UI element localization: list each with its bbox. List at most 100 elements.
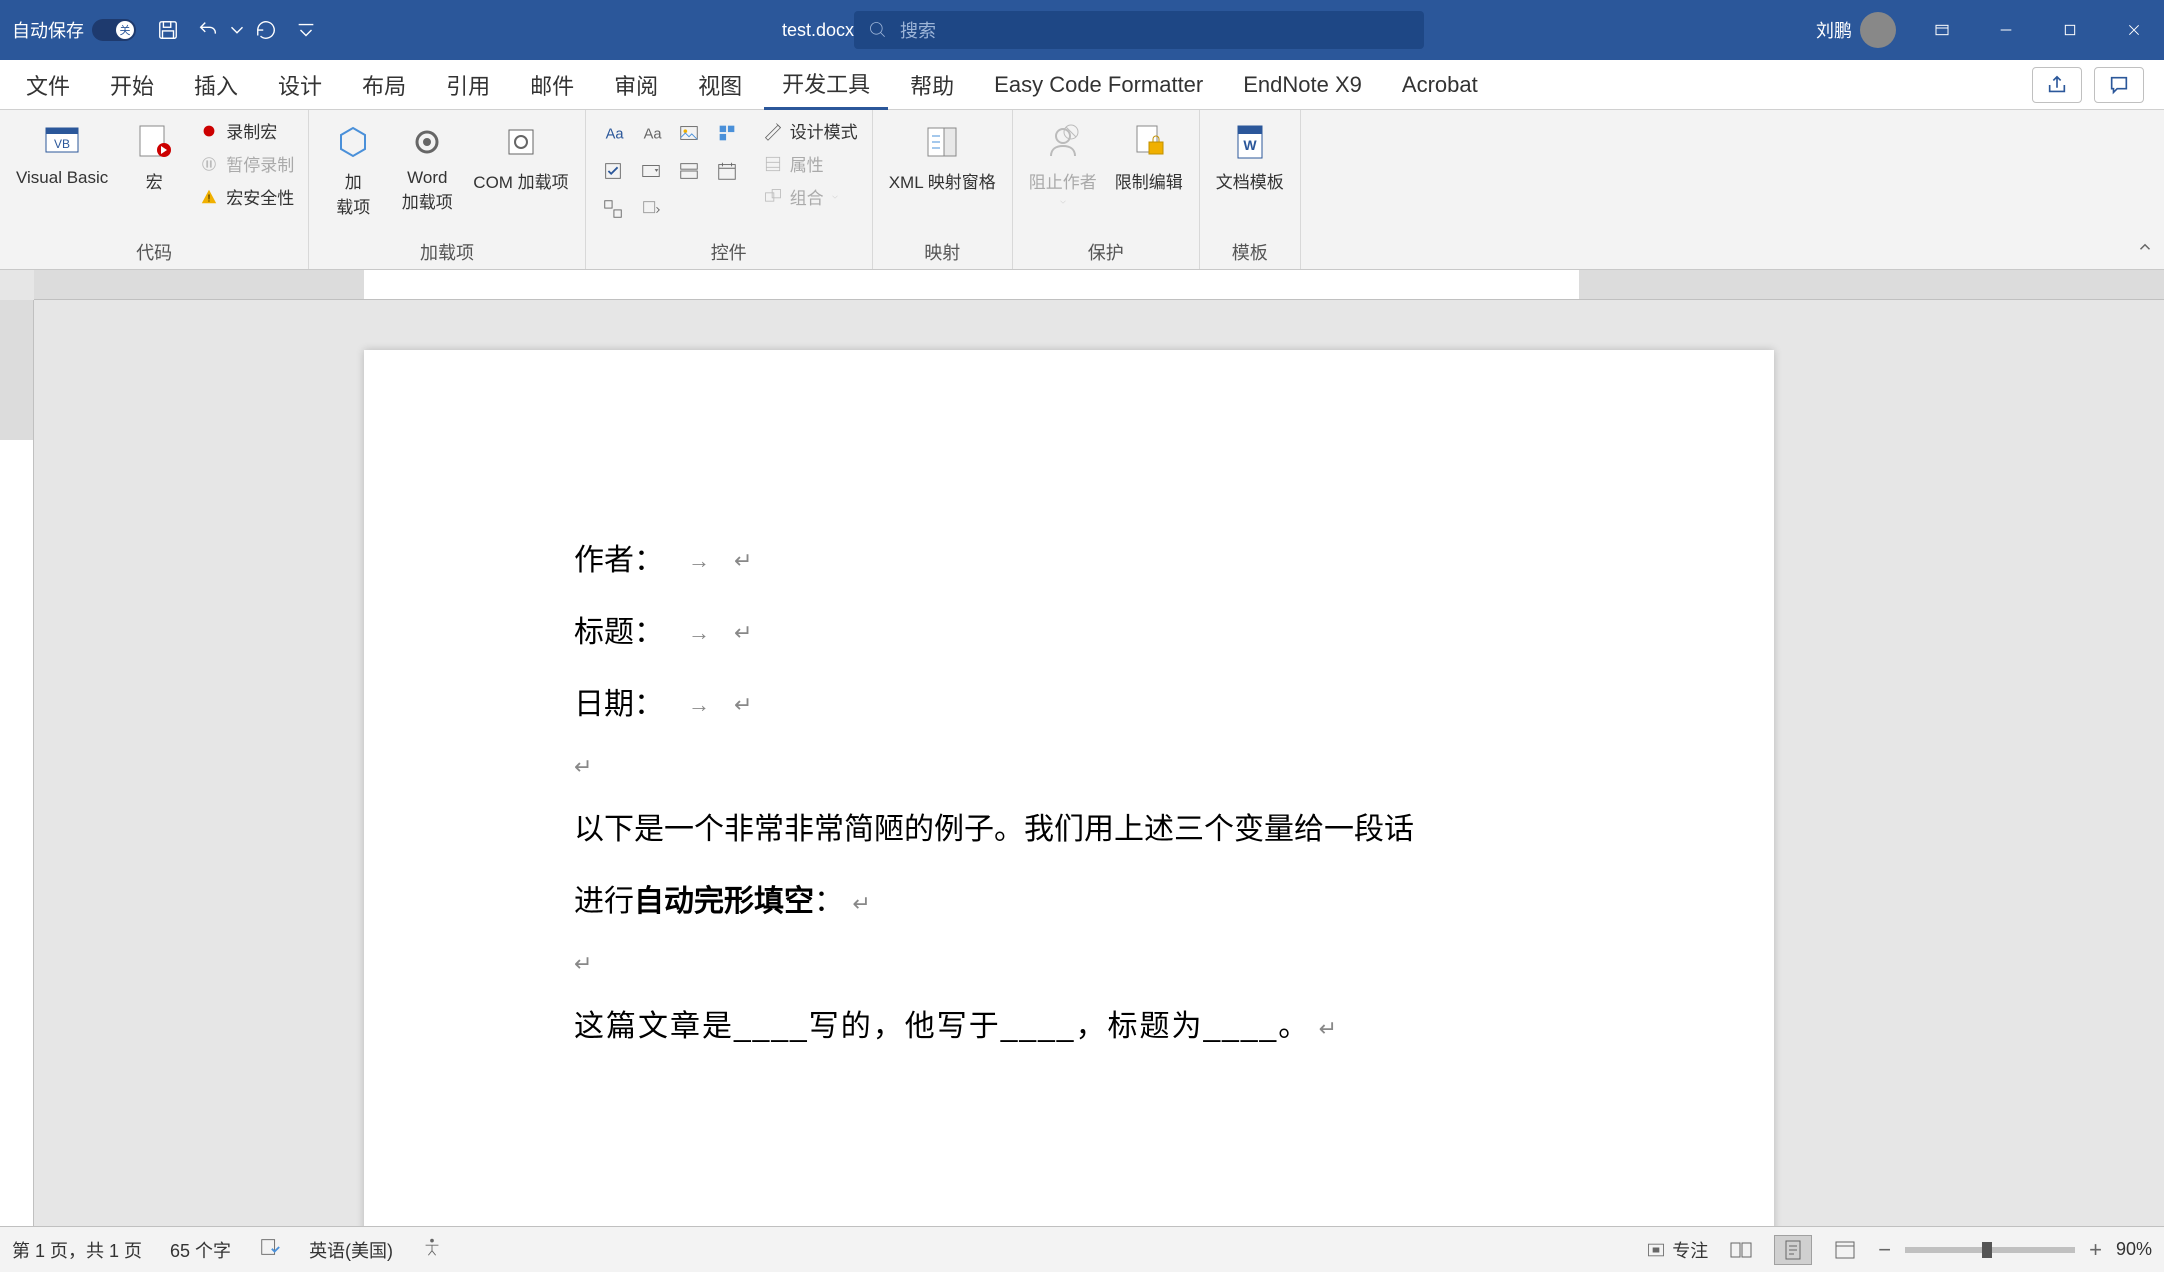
read-mode-button[interactable]: [1722, 1235, 1760, 1265]
undo-dropdown[interactable]: [228, 10, 246, 50]
group-label-text: 组合: [790, 184, 824, 209]
page-info[interactable]: 第 1 页，共 1 页: [12, 1237, 142, 1263]
word-count[interactable]: 65 个字: [170, 1237, 231, 1263]
close-button[interactable]: [2104, 10, 2164, 50]
record-macro-label: 录制宏: [226, 118, 277, 143]
accessibility-icon[interactable]: [421, 1236, 443, 1263]
picture-control[interactable]: [672, 116, 706, 150]
web-layout-button[interactable]: [1826, 1235, 1864, 1265]
tab-references[interactable]: 引用: [428, 61, 508, 109]
ribbon-display-options[interactable]: [1912, 10, 1972, 50]
warning-icon: !: [198, 186, 220, 208]
focus-label: 专注: [1672, 1237, 1708, 1263]
language[interactable]: 英语(美国): [309, 1237, 393, 1263]
paragraph-mark: ↵: [852, 891, 870, 916]
pause-recording-label: 暂停录制: [226, 151, 294, 176]
minimize-button[interactable]: [1976, 10, 2036, 50]
combobox-control[interactable]: [634, 154, 668, 188]
spell-check-icon[interactable]: [259, 1236, 281, 1263]
group-templates: W 文档模板 模板: [1200, 110, 1301, 269]
search-icon: [868, 20, 888, 40]
plain-text-control[interactable]: Aa: [634, 116, 668, 150]
dropdown-control[interactable]: [672, 154, 706, 188]
group-controls: Aa Aa 设计模式 属性: [586, 110, 873, 269]
para1b-post: ：: [814, 885, 844, 918]
autosave-toggle[interactable]: 自动保存 关: [0, 17, 148, 43]
zoom-in-button[interactable]: +: [2089, 1237, 2102, 1263]
search-placeholder: 搜索: [900, 17, 936, 43]
tab-review[interactable]: 审阅: [596, 61, 676, 109]
com-addins-button[interactable]: COM 加载项: [467, 116, 574, 197]
horizontal-ruler[interactable]: [34, 270, 2164, 300]
building-block-control[interactable]: [710, 116, 744, 150]
document-content[interactable]: 作者： → ↵ 标题： → ↵ 日期： → ↵ ↵ 以下是一个非常非常简陋的例子…: [574, 525, 1564, 1063]
zoom-slider[interactable]: [1905, 1247, 2075, 1253]
repeating-section-control[interactable]: [596, 192, 630, 226]
addins-button[interactable]: 加 载项: [319, 116, 387, 222]
design-mode-icon: [762, 120, 784, 142]
paragraph-mark: ↵: [734, 607, 752, 660]
share-button[interactable]: [2032, 67, 2082, 103]
print-layout-button[interactable]: [1774, 1235, 1812, 1265]
tab-acrobat[interactable]: Acrobat: [1384, 64, 1496, 106]
properties-icon: [762, 153, 784, 175]
visual-basic-label: Visual Basic: [16, 168, 108, 188]
page: 作者： → ↵ 标题： → ↵ 日期： → ↵ ↵ 以下是一个非常非常简陋的例子…: [364, 350, 1774, 1226]
vertical-ruler[interactable]: [0, 300, 34, 1226]
date-picker-control[interactable]: [710, 154, 744, 188]
svg-text:W: W: [1243, 137, 1257, 153]
qat-customize[interactable]: [286, 10, 326, 50]
save-button[interactable]: [148, 10, 188, 50]
macros-button[interactable]: 宏: [120, 116, 188, 197]
tab-insert[interactable]: 插入: [176, 61, 256, 109]
avatar: [1860, 12, 1896, 48]
field-title-label: 标题：: [574, 597, 664, 669]
legacy-tools[interactable]: [634, 192, 668, 226]
tab-view[interactable]: 视图: [680, 61, 760, 109]
collapse-ribbon-button[interactable]: [2136, 238, 2154, 261]
undo-button[interactable]: [188, 10, 228, 50]
focus-mode[interactable]: 专注: [1646, 1237, 1708, 1263]
word-addins-button[interactable]: Word 加载项: [393, 116, 461, 217]
redo-button[interactable]: [246, 10, 286, 50]
tab-help[interactable]: 帮助: [892, 61, 972, 109]
checkbox-control[interactable]: [596, 154, 630, 188]
design-mode-button[interactable]: 设计模式: [758, 116, 862, 145]
addins-label: 加 载项: [336, 168, 370, 218]
group-code-label: 代码: [10, 237, 298, 267]
user-name: 刘鹏: [1816, 17, 1852, 43]
macro-security-button[interactable]: ! 宏安全性: [194, 182, 298, 211]
para1-text: 以下是一个非常非常简陋的例子。我们用上述三个变量给一段话: [574, 813, 1414, 846]
para1b-bold: 自动完形填空: [634, 885, 814, 918]
xml-mapping-button[interactable]: XML 映射窗格: [883, 116, 1002, 197]
para1b-pre: 进行: [574, 885, 634, 918]
tab-mark: →: [688, 679, 710, 732]
autosave-label: 自动保存: [12, 17, 84, 43]
comments-button[interactable]: [2094, 67, 2144, 103]
document-canvas[interactable]: 作者： → ↵ 标题： → ↵ 日期： → ↵ ↵ 以下是一个非常非常简陋的例子…: [34, 300, 2164, 1226]
document-area: 作者： → ↵ 标题： → ↵ 日期： → ↵ ↵ 以下是一个非常非常简陋的例子…: [0, 300, 2164, 1226]
visual-basic-button[interactable]: VB Visual Basic: [10, 116, 114, 192]
tab-design[interactable]: 设计: [260, 61, 340, 109]
group-code: VB Visual Basic 宏 录制宏 暂停录制: [0, 110, 309, 269]
maximize-button[interactable]: [2040, 10, 2100, 50]
record-macro-button[interactable]: 录制宏: [194, 116, 298, 145]
restrict-editing-button[interactable]: 限制编辑: [1109, 116, 1189, 197]
document-template-button[interactable]: W 文档模板: [1210, 116, 1290, 197]
tab-mailings[interactable]: 邮件: [512, 61, 592, 109]
restrict-editing-label: 限制编辑: [1115, 168, 1183, 193]
tab-endnote[interactable]: EndNote X9: [1225, 64, 1380, 106]
rich-text-control[interactable]: Aa: [596, 116, 630, 150]
zoom-thumb[interactable]: [1982, 1242, 1992, 1258]
tab-layout[interactable]: 布局: [344, 61, 424, 109]
chevron-down-icon: [830, 192, 840, 202]
search-input[interactable]: 搜索: [854, 11, 1424, 49]
user-account[interactable]: 刘鹏: [1804, 12, 1908, 48]
tab-home[interactable]: 开始: [92, 61, 172, 109]
tab-file[interactable]: 文件: [8, 61, 88, 109]
tab-easy-code-formatter[interactable]: Easy Code Formatter: [976, 64, 1221, 106]
zoom-out-button[interactable]: −: [1878, 1237, 1891, 1263]
zoom-level[interactable]: 90%: [2116, 1239, 2152, 1260]
tab-developer[interactable]: 开发工具: [764, 59, 888, 110]
paragraph-mark: ↵: [574, 741, 592, 794]
